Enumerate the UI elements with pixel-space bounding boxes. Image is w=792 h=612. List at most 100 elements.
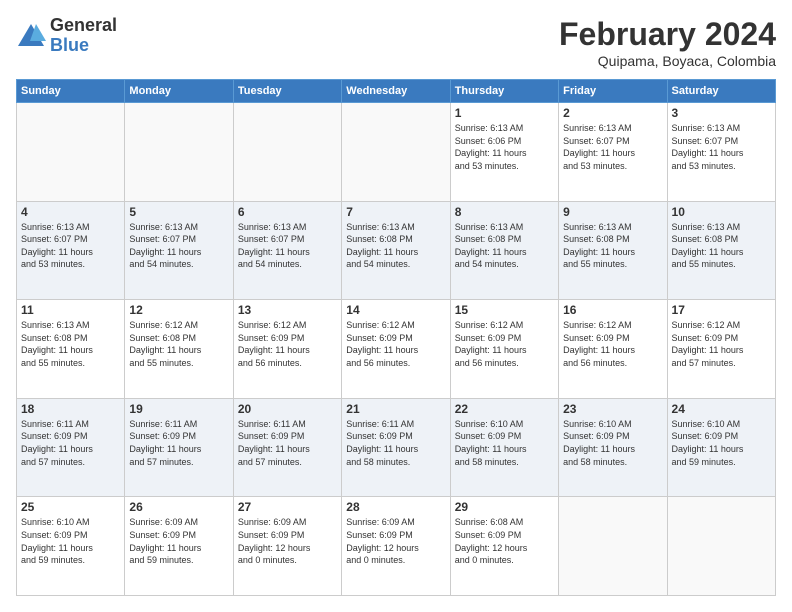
day-info: Sunrise: 6:10 AM Sunset: 6:09 PM Dayligh… [563, 418, 662, 468]
day-info: Sunrise: 6:13 AM Sunset: 6:08 PM Dayligh… [672, 221, 771, 271]
calendar-week-5: 25Sunrise: 6:10 AM Sunset: 6:09 PM Dayli… [17, 497, 776, 596]
logo-general-text: General [50, 16, 117, 36]
col-monday: Monday [125, 80, 233, 103]
day-number: 8 [455, 205, 554, 219]
day-number: 23 [563, 402, 662, 416]
calendar-day: 16Sunrise: 6:12 AM Sunset: 6:09 PM Dayli… [559, 300, 667, 399]
calendar-day: 18 Sunrise: 6:11 AM Sunset: 6:09 PM Dayli… [17, 398, 125, 497]
calendar-day: 1Sunrise: 6:13 AM Sunset: 6:06 PM Daylig… [450, 103, 558, 202]
calendar-day: 22 Sunrise: 6:10 AM Sunset: 6:09 PM Dayli… [450, 398, 558, 497]
day-number: 7 [346, 205, 445, 219]
day-number: 15 [455, 303, 554, 317]
day-info: Sunrise: 6:11 AM Sunset: 6:09 PM Dayligh… [346, 418, 445, 468]
calendar-day: 5 Sunrise: 6:13 AM Sunset: 6:07 PM Daylig… [125, 201, 233, 300]
day-info: Sunrise: 6:12 AM Sunset: 6:09 PM Dayligh… [346, 319, 445, 369]
day-number: 27 [238, 500, 337, 514]
col-thursday: Thursday [450, 80, 558, 103]
day-number: 18 [21, 402, 120, 416]
calendar-day [667, 497, 775, 596]
day-info: Sunrise: 6:11 AM Sunset: 6:09 PM Dayligh… [129, 418, 228, 468]
header: General Blue February 2024 Quipama, Boya… [16, 16, 776, 69]
logo-blue-text: Blue [50, 36, 117, 56]
col-wednesday: Wednesday [342, 80, 450, 103]
day-info: Sunrise: 6:13 AM Sunset: 6:08 PM Dayligh… [21, 319, 120, 369]
day-number: 19 [129, 402, 228, 416]
day-number: 11 [21, 303, 120, 317]
calendar-week-3: 11 Sunrise: 6:13 AM Sunset: 6:08 PM Dayli… [17, 300, 776, 399]
day-info: Sunrise: 6:13 AM Sunset: 6:08 PM Dayligh… [455, 221, 554, 271]
calendar-week-1: 1Sunrise: 6:13 AM Sunset: 6:06 PM Daylig… [17, 103, 776, 202]
logo-icon [16, 21, 46, 51]
day-info: Sunrise: 6:12 AM Sunset: 6:09 PM Dayligh… [455, 319, 554, 369]
calendar-day: 28Sunrise: 6:09 AM Sunset: 6:09 PM Dayli… [342, 497, 450, 596]
day-info: Sunrise: 6:09 AM Sunset: 6:09 PM Dayligh… [129, 516, 228, 566]
calendar-day: 17 Sunrise: 6:12 AM Sunset: 6:09 PM Dayli… [667, 300, 775, 399]
calendar-day: 21 Sunrise: 6:11 AM Sunset: 6:09 PM Dayli… [342, 398, 450, 497]
day-info: Sunrise: 6:12 AM Sunset: 6:09 PM Dayligh… [238, 319, 337, 369]
calendar-day: 2 Sunrise: 6:13 AM Sunset: 6:07 PM Daylig… [559, 103, 667, 202]
calendar-day [342, 103, 450, 202]
calendar-week-4: 18 Sunrise: 6:11 AM Sunset: 6:09 PM Dayli… [17, 398, 776, 497]
calendar-day: 26 Sunrise: 6:09 AM Sunset: 6:09 PM Dayli… [125, 497, 233, 596]
calendar-day: 25Sunrise: 6:10 AM Sunset: 6:09 PM Dayli… [17, 497, 125, 596]
day-info: Sunrise: 6:10 AM Sunset: 6:09 PM Dayligh… [455, 418, 554, 468]
day-number: 24 [672, 402, 771, 416]
day-info: Sunrise: 6:13 AM Sunset: 6:07 PM Dayligh… [21, 221, 120, 271]
calendar-day: 7Sunrise: 6:13 AM Sunset: 6:08 PM Daylig… [342, 201, 450, 300]
calendar-day: 23 Sunrise: 6:10 AM Sunset: 6:09 PM Dayli… [559, 398, 667, 497]
day-number: 9 [563, 205, 662, 219]
day-number: 22 [455, 402, 554, 416]
calendar-day [559, 497, 667, 596]
calendar-day: 24Sunrise: 6:10 AM Sunset: 6:09 PM Dayli… [667, 398, 775, 497]
day-info: Sunrise: 6:12 AM Sunset: 6:08 PM Dayligh… [129, 319, 228, 369]
calendar-week-2: 4 Sunrise: 6:13 AM Sunset: 6:07 PM Daylig… [17, 201, 776, 300]
col-tuesday: Tuesday [233, 80, 341, 103]
day-info: Sunrise: 6:13 AM Sunset: 6:07 PM Dayligh… [563, 122, 662, 172]
day-number: 17 [672, 303, 771, 317]
day-info: Sunrise: 6:11 AM Sunset: 6:09 PM Dayligh… [21, 418, 120, 468]
logo-text: General Blue [50, 16, 117, 56]
day-info: Sunrise: 6:13 AM Sunset: 6:07 PM Dayligh… [238, 221, 337, 271]
calendar-day [17, 103, 125, 202]
page: General Blue February 2024 Quipama, Boya… [0, 0, 792, 612]
day-info: Sunrise: 6:10 AM Sunset: 6:09 PM Dayligh… [21, 516, 120, 566]
col-saturday: Saturday [667, 80, 775, 103]
col-friday: Friday [559, 80, 667, 103]
header-row: Sunday Monday Tuesday Wednesday Thursday… [17, 80, 776, 103]
day-number: 1 [455, 106, 554, 120]
col-sunday: Sunday [17, 80, 125, 103]
day-number: 2 [563, 106, 662, 120]
calendar-day: 13 Sunrise: 6:12 AM Sunset: 6:09 PM Dayli… [233, 300, 341, 399]
calendar-day: 10 Sunrise: 6:13 AM Sunset: 6:08 PM Dayli… [667, 201, 775, 300]
day-number: 10 [672, 205, 771, 219]
calendar-header: Sunday Monday Tuesday Wednesday Thursday… [17, 80, 776, 103]
calendar-day [125, 103, 233, 202]
day-number: 4 [21, 205, 120, 219]
calendar-day: 9 Sunrise: 6:13 AM Sunset: 6:08 PM Daylig… [559, 201, 667, 300]
day-number: 5 [129, 205, 228, 219]
day-info: Sunrise: 6:13 AM Sunset: 6:07 PM Dayligh… [672, 122, 771, 172]
logo: General Blue [16, 16, 117, 56]
day-info: Sunrise: 6:12 AM Sunset: 6:09 PM Dayligh… [672, 319, 771, 369]
calendar-day: 15 Sunrise: 6:12 AM Sunset: 6:09 PM Dayli… [450, 300, 558, 399]
title-location: Quipama, Boyaca, Colombia [559, 53, 776, 69]
day-number: 20 [238, 402, 337, 416]
calendar-day: 8 Sunrise: 6:13 AM Sunset: 6:08 PM Daylig… [450, 201, 558, 300]
day-number: 13 [238, 303, 337, 317]
day-number: 29 [455, 500, 554, 514]
calendar-day [233, 103, 341, 202]
day-number: 16 [563, 303, 662, 317]
calendar-body: 1Sunrise: 6:13 AM Sunset: 6:06 PM Daylig… [17, 103, 776, 596]
calendar-day: 20Sunrise: 6:11 AM Sunset: 6:09 PM Dayli… [233, 398, 341, 497]
day-info: Sunrise: 6:13 AM Sunset: 6:07 PM Dayligh… [129, 221, 228, 271]
day-number: 28 [346, 500, 445, 514]
calendar-day: 29Sunrise: 6:08 AM Sunset: 6:09 PM Dayli… [450, 497, 558, 596]
calendar-day: 14Sunrise: 6:12 AM Sunset: 6:09 PM Dayli… [342, 300, 450, 399]
day-number: 26 [129, 500, 228, 514]
day-number: 21 [346, 402, 445, 416]
day-number: 3 [672, 106, 771, 120]
calendar-day: 11 Sunrise: 6:13 AM Sunset: 6:08 PM Dayli… [17, 300, 125, 399]
day-info: Sunrise: 6:13 AM Sunset: 6:08 PM Dayligh… [563, 221, 662, 271]
day-number: 12 [129, 303, 228, 317]
calendar-table: Sunday Monday Tuesday Wednesday Thursday… [16, 79, 776, 596]
